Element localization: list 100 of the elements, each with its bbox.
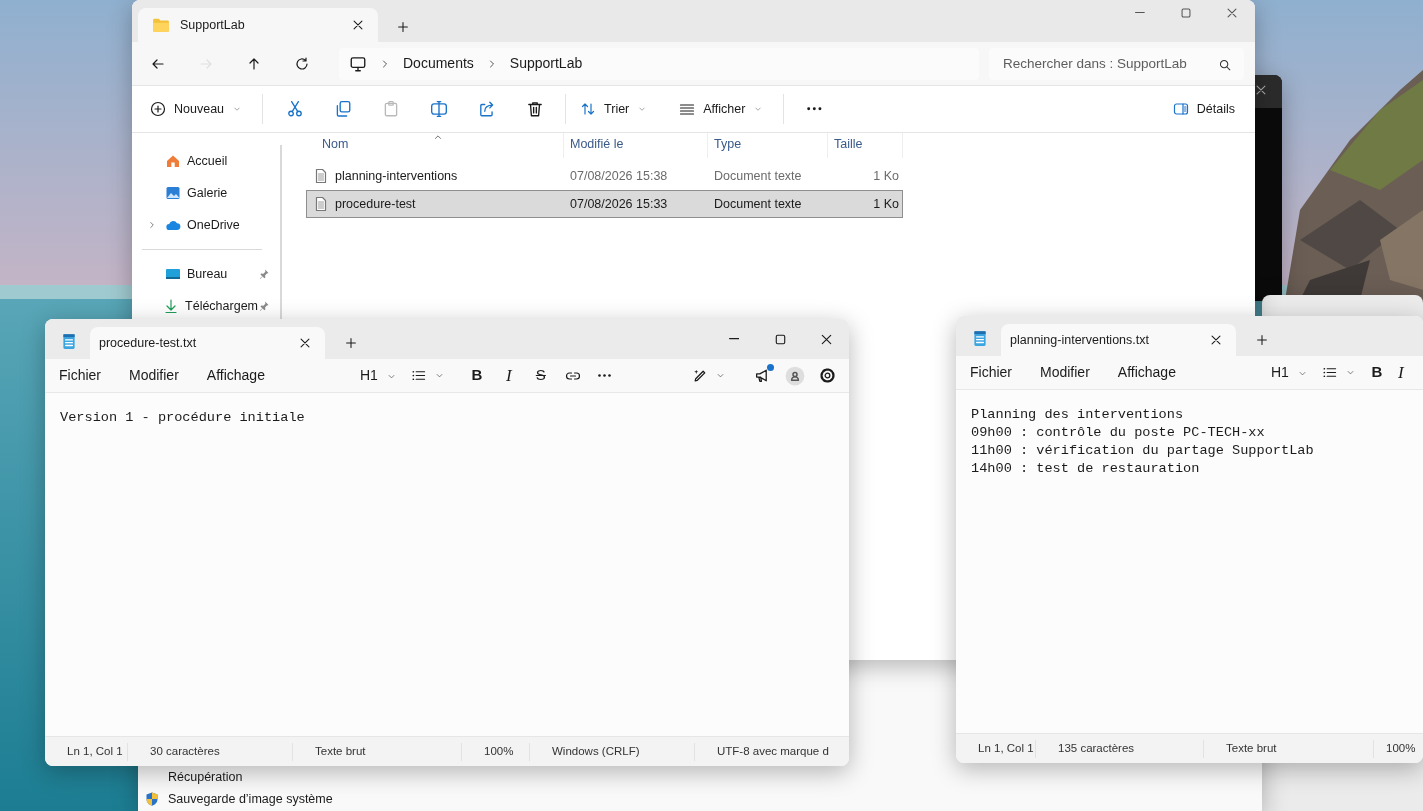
house-icon	[165, 153, 181, 170]
sidebar-item[interactable]: Galerie	[132, 177, 280, 209]
scissors-icon	[286, 100, 305, 118]
sidebar-item[interactable]: Accueil	[132, 145, 280, 177]
status-item: 100%	[1386, 740, 1416, 756]
status-item: 135 caractères	[1058, 740, 1135, 756]
file-name: procedure-test	[335, 195, 416, 213]
control-panel-link[interactable]: Sauvegarde d’image système	[168, 789, 333, 809]
plus-icon	[344, 336, 358, 350]
column-header[interactable]: Type	[714, 135, 742, 154]
text-line: Planning des interventions	[971, 407, 1184, 422]
file-size: 1 Ko	[873, 168, 899, 183]
bold-button[interactable]: B	[462, 361, 491, 390]
text-line: 14h00 : test de restauration	[971, 461, 1200, 476]
plus-icon	[1255, 333, 1269, 347]
close-icon	[1254, 83, 1268, 97]
monitor-icon	[349, 54, 367, 73]
breadcrumb-item[interactable]: Documents	[403, 53, 474, 74]
status-item: Windows (CRLF)	[552, 743, 640, 759]
search-field[interactable]: Rechercher dans : SupportLab	[989, 47, 1244, 80]
chevron-right-icon	[147, 220, 157, 231]
status-item: UTF-8 avec marque d	[717, 743, 829, 759]
close-icon	[1225, 6, 1239, 20]
status-item: Texte brut	[1226, 740, 1277, 756]
pin-icon	[258, 300, 270, 313]
heading-dropdown[interactable]: H1	[359, 361, 397, 390]
sort-button[interactable]: Trier	[572, 92, 656, 126]
italic-button[interactable]: I	[1389, 358, 1412, 387]
file-row[interactable]: planning-interventions 07/08/2026 15:38 Document texte 1 Ko	[306, 162, 903, 190]
text-file-icon	[313, 196, 329, 212]
rename-icon	[430, 100, 449, 118]
modified-date: 07/08/2026 15:38	[570, 168, 668, 183]
column-header[interactable]: Nom	[322, 135, 349, 154]
download-arrow-icon	[163, 298, 180, 315]
text-file-icon	[313, 168, 329, 184]
menu-item[interactable]: Modifier	[1033, 358, 1097, 387]
copy-icon	[334, 100, 353, 118]
account-icon	[785, 365, 805, 386]
menu-item[interactable]: Fichier	[52, 361, 108, 390]
bold-button[interactable]: B	[1365, 358, 1388, 387]
close-icon	[351, 18, 365, 32]
notification-dot	[767, 363, 774, 371]
new-button[interactable]: Nouveau	[142, 92, 251, 126]
modified-date: 07/08/2026 15:33	[570, 196, 668, 211]
close-icon	[298, 336, 312, 350]
close-icon	[1209, 333, 1223, 347]
minimize-icon	[1135, 12, 1145, 14]
more-icon	[807, 107, 822, 111]
tab-title: SupportLab	[180, 16, 246, 34]
tab-title: planning-interventions.txt	[1010, 331, 1150, 349]
lines-icon	[679, 101, 696, 117]
sort-arrows-icon	[580, 101, 597, 117]
image-icon	[165, 185, 181, 202]
file-size: 1 Ko	[873, 196, 899, 211]
text-line: 11h00 : vérification du partage SupportLab	[971, 443, 1314, 458]
status-item: Texte brut	[315, 743, 366, 759]
status-item: Ln 1, Col 1	[978, 740, 1034, 756]
text-line: Version 1 - procédure initiale	[60, 410, 305, 425]
plus-icon	[396, 20, 410, 34]
more-icon	[598, 374, 612, 377]
search-icon	[1218, 58, 1232, 73]
status-item: 30 caractères	[150, 743, 220, 759]
file-name: planning-interventions	[335, 167, 458, 185]
plus-circle-icon	[150, 101, 166, 117]
details-pane-icon	[1172, 101, 1189, 117]
strike-button[interactable]: S	[526, 361, 555, 390]
menu-item[interactable]: Fichier	[963, 358, 1019, 387]
document-tab[interactable]: planning-interventions.txt	[1001, 324, 1236, 356]
list-icon	[1321, 365, 1337, 380]
menu-item[interactable]: Affichage	[199, 361, 272, 390]
pin-icon	[258, 268, 270, 281]
address-bar[interactable]: Documents SupportLab	[339, 47, 979, 80]
folder-icon	[152, 16, 170, 34]
file-type: Document texte	[714, 168, 802, 183]
menu-item[interactable]: Affichage	[1110, 358, 1183, 387]
maximize-icon	[1179, 6, 1193, 20]
italic-button[interactable]: I	[494, 361, 523, 390]
control-panel-link[interactable]: Récupération	[168, 767, 243, 787]
column-header[interactable]: Modifié le	[570, 135, 624, 154]
file-row[interactable]: procedure-test 07/08/2026 15:33 Document texte 1 Ko	[306, 190, 903, 218]
notepad-icon	[971, 328, 989, 347]
breadcrumb-item[interactable]: SupportLab	[509, 53, 583, 74]
status-item: 100%	[484, 743, 514, 759]
details-button[interactable]: Détails	[1164, 92, 1243, 126]
status-item: Ln 1, Col 1	[67, 743, 123, 759]
text-line: 09h00 : contrôle du poste PC-TECH-xx	[971, 425, 1265, 440]
sidebar-item[interactable]: Téléchargem	[132, 290, 280, 322]
file-type: Document texte	[714, 196, 802, 211]
minimize-icon	[728, 338, 740, 340]
notepad-icon	[60, 331, 78, 350]
column-header[interactable]: Taille	[834, 135, 863, 154]
explorer-tab[interactable]: SupportLab	[138, 8, 378, 42]
sidebar-item[interactable]: Bureau	[132, 258, 280, 290]
document-tab[interactable]: procedure-test.txt	[90, 327, 325, 359]
menu-item[interactable]: Modifier	[122, 361, 186, 390]
list-icon	[410, 368, 426, 383]
sidebar-item[interactable]: OneDrive	[132, 209, 280, 241]
heading-dropdown[interactable]: H1	[1270, 358, 1308, 387]
view-button[interactable]: Afficher	[671, 92, 772, 126]
tab-title: procedure-test.txt	[99, 334, 198, 352]
